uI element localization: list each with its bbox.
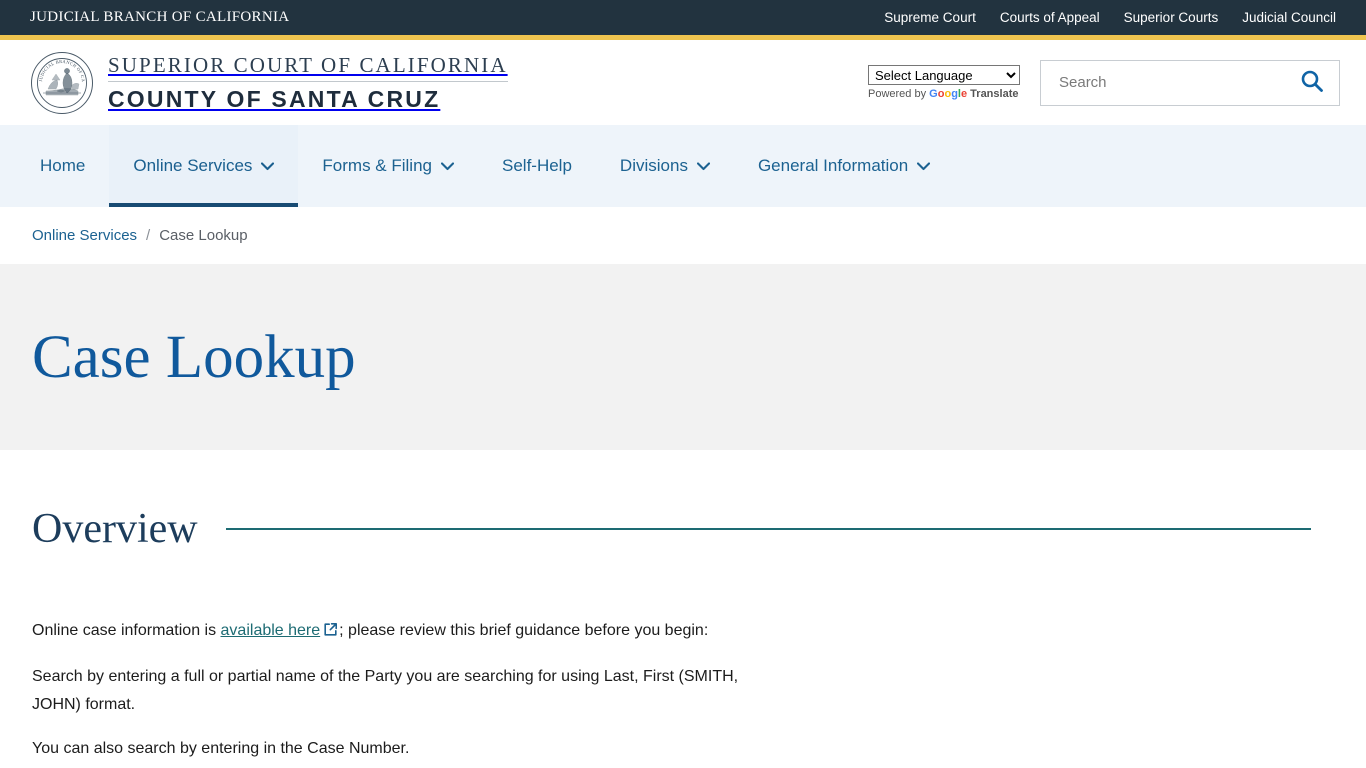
breadcrumb-separator: / [146, 227, 151, 244]
available-here-link[interactable]: available here [221, 622, 321, 639]
translate-word: Translate [970, 88, 1019, 100]
powered-by-google-translate: Powered by Google Translate [868, 88, 1018, 100]
court-name-line-2: COUNTY OF SANTA CRUZ [108, 85, 441, 112]
utility-link-supreme-court[interactable]: Supreme Court [884, 10, 976, 25]
nav-label: Online Services [133, 156, 253, 175]
nav-item-divisions[interactable]: Divisions [596, 125, 734, 207]
intro-text-after-link: ; please review this brief guidance befo… [339, 622, 709, 639]
utility-bar: JUDICIAL BRANCH OF CALIFORNIA Supreme Co… [0, 0, 1366, 35]
powered-by-label: Powered by [868, 88, 927, 100]
overview-body: Online case information is available her… [32, 550, 1334, 763]
masthead-tools: Select Language Powered by Google Transl… [868, 40, 1340, 125]
nav-item-online-services[interactable]: Online Services [109, 125, 299, 207]
site-search[interactable] [1040, 59, 1340, 106]
breadcrumb-current-page: Case Lookup [159, 227, 248, 244]
site-logo-link[interactable]: JUDICIAL BRANCH OF CALIFORNIA SUPERIOR C… [28, 47, 508, 115]
section-divider [225, 528, 1311, 530]
nav-item-general-information[interactable]: General Information [734, 125, 954, 207]
utility-link-superior-courts[interactable]: Superior Courts [1124, 10, 1219, 25]
utility-links: Supreme Court Courts of Appeal Superior … [884, 10, 1336, 25]
page-title: Case Lookup [32, 323, 356, 391]
main-navigation: Home Online Services Forms & Filing Self… [0, 125, 1366, 207]
nav-label: Self-Help [502, 156, 572, 175]
chevron-down-icon [261, 161, 275, 171]
overview-paragraph-1: Online case information is available her… [32, 617, 777, 647]
nav-label: Home [40, 156, 86, 175]
overview-section-header: Overview [32, 450, 1334, 550]
search-input[interactable] [1057, 73, 1297, 92]
breadcrumb: Online Services / Case Lookup [0, 207, 1366, 264]
language-select[interactable]: Select Language [868, 65, 1020, 85]
page-hero: Case Lookup [0, 264, 1366, 450]
chevron-down-icon [441, 161, 454, 171]
google-translate-widget: Select Language Powered by Google Transl… [868, 65, 1020, 100]
chevron-down-icon [917, 161, 931, 171]
utility-link-courts-of-appeal[interactable]: Courts of Appeal [1000, 10, 1100, 25]
overview-heading: Overview [32, 506, 198, 552]
breadcrumb-link-online-services[interactable]: Online Services [32, 227, 137, 244]
overview-paragraph-2: Search by entering a full or partial nam… [32, 668, 739, 713]
main-content: Overview Online case information is avai… [0, 450, 1366, 763]
judicial-branch-brand: JUDICIAL BRANCH OF CALIFORNIA [30, 9, 290, 25]
overview-paragraph-3: You can also search by entering in the C… [32, 740, 410, 757]
external-link-icon [323, 619, 338, 647]
nav-label: Forms & Filing [322, 156, 432, 175]
masthead: JUDICIAL BRANCH OF CALIFORNIA SUPERIOR C… [0, 40, 1366, 125]
utility-link-judicial-council[interactable]: Judicial Council [1242, 10, 1336, 25]
search-icon [1299, 68, 1325, 97]
nav-item-forms-and-filing[interactable]: Forms & Filing [298, 125, 478, 207]
court-name-line-1: SUPERIOR COURT OF CALIFORNIA [108, 53, 508, 82]
nav-label: General Information [757, 156, 909, 175]
nav-item-self-help[interactable]: Self-Help [478, 125, 596, 207]
nav-item-home[interactable]: Home [30, 125, 109, 207]
google-wordmark: Google [929, 88, 968, 100]
great-seal-icon: JUDICIAL BRANCH OF CALIFORNIA [28, 47, 94, 115]
intro-text-before-link: Online case information is [32, 622, 221, 639]
search-submit-button[interactable] [1297, 68, 1327, 97]
nav-label: Divisions [619, 156, 688, 175]
chevron-down-icon [696, 161, 710, 171]
